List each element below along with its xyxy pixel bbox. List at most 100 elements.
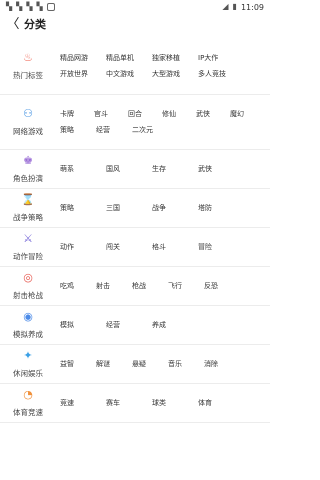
category-label: ◉ 模拟养成 xyxy=(0,306,56,344)
tag-link[interactable]: 养成 xyxy=(152,320,198,330)
category-section: ◉ 模拟养成 模拟 经营 养成 xyxy=(0,306,270,345)
tag-link[interactable]: 消除 xyxy=(204,359,240,369)
tag-link[interactable]: 卡牌 xyxy=(60,109,94,119)
tag-link[interactable]: 国风 xyxy=(106,164,152,174)
tag-group: 竞速 赛车 球类 体育 xyxy=(60,384,264,422)
tag-row: 模拟 经营 养成 xyxy=(60,317,264,333)
category-name: 射击枪战 xyxy=(13,291,43,300)
tag-group: 策略 三国 战争 塔防 xyxy=(60,189,264,227)
target-icon: ◎ xyxy=(23,271,33,284)
tag-link[interactable]: 回合 xyxy=(128,109,162,119)
tag-link[interactable]: 赛车 xyxy=(106,398,152,408)
tag-group: 模拟 经营 养成 xyxy=(60,306,264,344)
tag-link[interactable]: 武侠 xyxy=(198,164,244,174)
fire-icon: ♨ xyxy=(23,51,33,64)
category-label: ⌛ 战争策略 xyxy=(0,189,56,227)
android-icon: ▚ xyxy=(26,2,33,11)
tag-link[interactable]: 萌系 xyxy=(60,164,106,174)
sword-icon: ⚔ xyxy=(23,232,33,245)
tag-link[interactable]: 格斗 xyxy=(152,242,198,252)
sim-icon xyxy=(46,3,55,11)
tag-link[interactable]: 官斗 xyxy=(94,109,128,119)
tag-link[interactable]: 冒险 xyxy=(198,242,244,252)
signal-icon: ◢ xyxy=(222,2,229,11)
tag-link[interactable]: IP大作 xyxy=(198,53,244,63)
tag-group: 益智 解谜 悬疑 音乐 消除 xyxy=(60,345,264,383)
tag-link[interactable]: 大型游戏 xyxy=(152,69,198,79)
category-section: ◎ 射击枪战 吃鸡 射击 枪战 飞行 反恐 xyxy=(0,267,270,306)
tag-link[interactable]: 独家移植 xyxy=(152,53,198,63)
category-name: 热门标签 xyxy=(13,71,43,80)
tag-row: 益智 解谜 悬疑 音乐 消除 xyxy=(60,356,264,372)
page-title: 分类 xyxy=(24,18,46,31)
category-name: 网络游戏 xyxy=(13,127,43,136)
tag-row: 精品网游 精品单机 独家移植 IP大作 xyxy=(60,50,264,66)
tag-link[interactable]: 中文游戏 xyxy=(106,69,152,79)
tag-group: 吃鸡 射击 枪战 飞行 反恐 xyxy=(60,267,264,305)
tag-link[interactable]: 益智 xyxy=(60,359,96,369)
tag-group: 动作 闯关 格斗 冒险 xyxy=(60,228,264,266)
tag-link[interactable]: 三国 xyxy=(106,203,152,213)
tag-row: 吃鸡 射击 枪战 飞行 反恐 xyxy=(60,278,264,294)
tag-link[interactable]: 经营 xyxy=(106,320,152,330)
status-icons-left: ▚ ▚ ▚ ▚ xyxy=(6,2,55,12)
category-list: ♨ 热门标签 精品网游 精品单机 独家移植 IP大作 开放世界 中文游戏 大型游戏 多人竞技 ⚇ 网络… xyxy=(0,38,270,423)
android-icon: ▚ xyxy=(36,2,43,11)
category-name: 动作冒险 xyxy=(13,252,43,261)
tag-link[interactable]: 经营 xyxy=(96,125,132,135)
tag-row: 卡牌 官斗 回合 修仙 武侠 魔幻 xyxy=(60,106,264,122)
tag-link[interactable]: 解谜 xyxy=(96,359,132,369)
back-arrow-icon[interactable]: 〈 xyxy=(6,17,20,33)
tag-link[interactable]: 飞行 xyxy=(168,281,204,291)
tag-link[interactable]: 修仙 xyxy=(162,109,196,119)
category-section: ♨ 热门标签 精品网游 精品单机 独家移植 IP大作 开放世界 中文游戏 大型游戏 多人竞技 xyxy=(0,38,270,95)
category-label: ◔ 体育竞速 xyxy=(0,384,56,422)
category-label: ◎ 射击枪战 xyxy=(0,267,56,305)
tag-link[interactable]: 战争 xyxy=(152,203,198,213)
tag-link[interactable]: 精品单机 xyxy=(106,53,152,63)
category-name: 角色扮演 xyxy=(13,174,43,183)
tag-row: 竞速 赛车 球类 体育 xyxy=(60,395,264,411)
tag-link[interactable]: 悬疑 xyxy=(132,359,168,369)
android-icon: ▚ xyxy=(6,2,13,11)
tag-link[interactable]: 塔防 xyxy=(198,203,244,213)
status-time: 11:09 xyxy=(240,2,264,12)
tag-link[interactable]: 多人竞技 xyxy=(198,69,244,79)
tag-link[interactable]: 动作 xyxy=(60,242,106,252)
tag-link[interactable]: 开放世界 xyxy=(60,69,106,79)
category-label: ♚ 角色扮演 xyxy=(0,150,56,188)
status-bar: ▚ ▚ ▚ ▚ ◢ ▮ 11:09 xyxy=(0,0,270,14)
category-section: ⌛ 战争策略 策略 三国 战争 塔防 xyxy=(0,189,270,228)
network-icon: ⚇ xyxy=(23,107,33,120)
tag-row: 策略 经营 二次元 xyxy=(60,122,264,138)
tag-link[interactable]: 球类 xyxy=(152,398,198,408)
hourglass-icon: ⌛ xyxy=(21,193,35,206)
battery-icon: ▮ xyxy=(232,2,237,11)
tag-link[interactable]: 竞速 xyxy=(60,398,106,408)
tag-link[interactable]: 闯关 xyxy=(106,242,152,252)
tag-group: 卡牌 官斗 回合 修仙 武侠 魔幻 策略 经营 二次元 xyxy=(60,95,264,149)
tag-link[interactable]: 音乐 xyxy=(168,359,204,369)
tag-link[interactable]: 吃鸡 xyxy=(60,281,96,291)
role-icon: ♚ xyxy=(23,154,33,167)
category-label: ♨ 热门标签 xyxy=(0,38,56,94)
tag-group: 精品网游 精品单机 独家移植 IP大作 开放世界 中文游戏 大型游戏 多人竞技 xyxy=(60,38,264,94)
tag-link[interactable]: 射击 xyxy=(96,281,132,291)
tag-link[interactable]: 枪战 xyxy=(132,281,168,291)
tag-link[interactable]: 武侠 xyxy=(196,109,230,119)
tag-link[interactable]: 模拟 xyxy=(60,320,106,330)
tag-row: 开放世界 中文游戏 大型游戏 多人竞技 xyxy=(60,66,264,82)
category-name: 体育竞速 xyxy=(13,408,43,417)
tag-link[interactable]: 生存 xyxy=(152,164,198,174)
category-label: ⚔ 动作冒险 xyxy=(0,228,56,266)
speed-icon: ◔ xyxy=(23,388,33,401)
tag-link[interactable]: 二次元 xyxy=(132,125,168,135)
tag-link[interactable]: 策略 xyxy=(60,125,96,135)
category-section: ⚇ 网络游戏 卡牌 官斗 回合 修仙 武侠 魔幻 策略 经营 二次元 xyxy=(0,95,270,150)
tag-link[interactable]: 精品网游 xyxy=(60,53,106,63)
tag-link[interactable]: 体育 xyxy=(198,398,244,408)
tag-link[interactable]: 魔幻 xyxy=(230,109,264,119)
tag-link[interactable]: 策略 xyxy=(60,203,106,213)
tag-link[interactable]: 反恐 xyxy=(204,281,240,291)
category-section: ◔ 体育竞速 竞速 赛车 球类 体育 xyxy=(0,384,270,423)
